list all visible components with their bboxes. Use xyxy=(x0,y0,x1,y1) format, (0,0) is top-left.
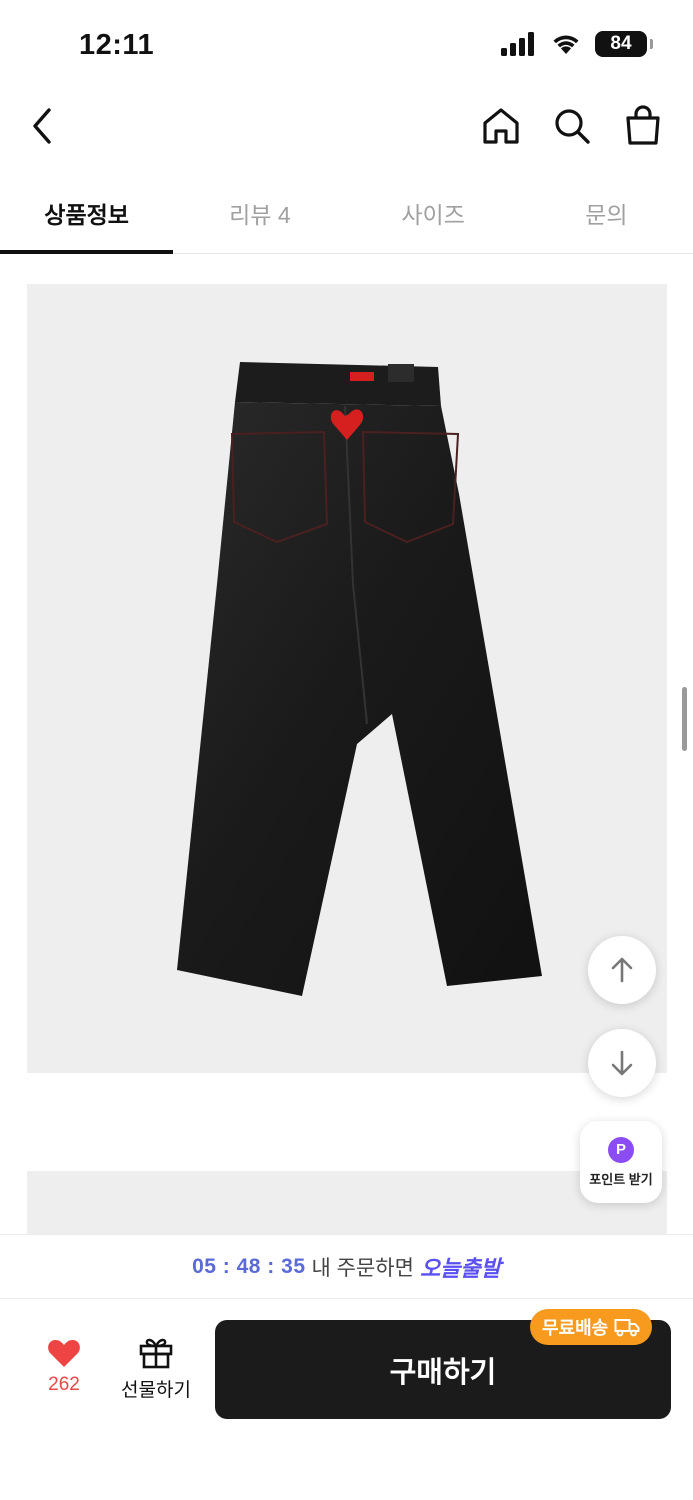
battery-indicator: 84 xyxy=(595,31,653,57)
back-button[interactable] xyxy=(18,102,66,150)
tab-label: 사이즈 xyxy=(401,201,465,228)
tab-size[interactable]: 사이즈 xyxy=(347,172,520,253)
truck-icon xyxy=(614,1319,640,1337)
like-count: 262 xyxy=(48,1374,80,1395)
shopping-bag-icon xyxy=(626,105,660,145)
scrollbar[interactable] xyxy=(682,687,687,751)
buy-label: 구매하기 xyxy=(389,1356,497,1389)
gift-icon xyxy=(139,1338,173,1369)
tab-inquiry[interactable]: 문의 xyxy=(520,172,693,253)
tab-label: 문의 xyxy=(585,201,628,228)
navigation-bar xyxy=(0,92,693,162)
cart-button[interactable] xyxy=(619,102,667,150)
get-points-button[interactable]: P 포인트 받기 xyxy=(580,1121,662,1203)
black-wide-jeans-photo xyxy=(177,362,542,996)
scroll-down-button[interactable] xyxy=(588,1029,656,1097)
battery-level: 84 xyxy=(610,33,632,54)
like-button[interactable]: 262 xyxy=(30,1338,98,1396)
notice-text: 내 주문하면 xyxy=(311,1256,414,1280)
status-time: 12:11 xyxy=(79,29,155,61)
tab-label: 상품정보 xyxy=(44,201,129,228)
point-label: 포인트 받기 xyxy=(589,1171,653,1187)
chevron-left-icon xyxy=(33,108,51,144)
search-button[interactable] xyxy=(548,102,596,150)
search-icon xyxy=(555,109,590,144)
status-icons: 84 xyxy=(501,31,653,57)
bottom-purchase-bar: 05 : 48 : 35 내 주문하면 오늘출발 262 선물하기 구매하기 무… xyxy=(0,1234,693,1500)
same-day-label: 오늘출발 xyxy=(419,1255,501,1281)
product-tabs: 상품정보 리뷰 4 사이즈 문의 xyxy=(0,172,693,254)
free-shipping-label: 무료배송 xyxy=(542,1318,609,1338)
gift-button[interactable]: 선물하기 xyxy=(114,1335,198,1402)
tab-label: 리뷰 4 xyxy=(229,201,291,228)
cellular-signal-icon xyxy=(501,32,534,56)
wifi-icon xyxy=(553,35,579,54)
delivery-notice: 05 : 48 : 35 내 주문하면 오늘출발 xyxy=(0,1235,693,1299)
arrow-up-icon xyxy=(611,957,633,983)
gift-label: 선물하기 xyxy=(121,1380,191,1401)
scroll-up-button[interactable] xyxy=(588,936,656,1004)
status-bar: 12:11 84 xyxy=(0,0,693,92)
home-icon xyxy=(483,108,519,144)
product-image xyxy=(27,1171,667,1241)
home-button[interactable] xyxy=(477,102,525,150)
tab-reviews[interactable]: 리뷰 4 xyxy=(173,172,346,253)
tab-product-info[interactable]: 상품정보 xyxy=(0,172,174,254)
point-icon: P xyxy=(608,1136,634,1163)
free-shipping-badge: 무료배송 xyxy=(530,1309,653,1345)
arrow-down-icon xyxy=(611,1050,633,1076)
countdown-timer: 05 : 48 : 35 xyxy=(192,1254,306,1278)
heart-icon xyxy=(48,1340,80,1367)
product-image xyxy=(27,284,667,1073)
